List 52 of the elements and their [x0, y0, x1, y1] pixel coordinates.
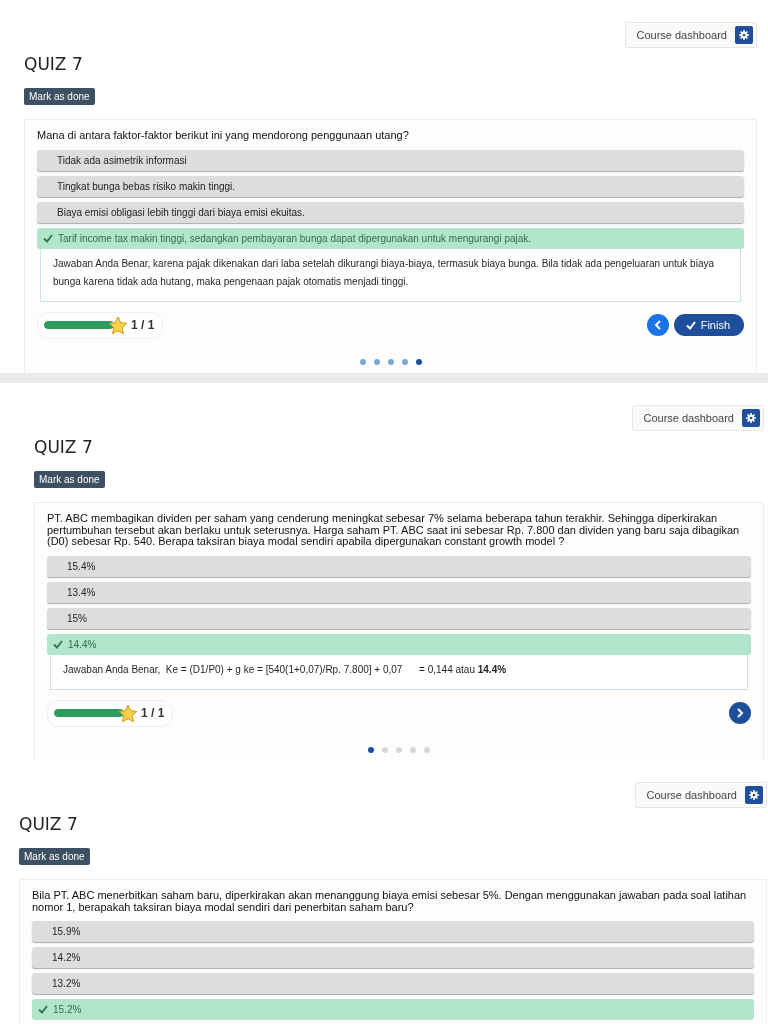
feedback-text: Jawaban Anda Benar, karena pajak dikenakan dari laba setelah dikurangi biaya-biaya, termasuk biaya bunga. Bila tidak ada pengeluaran untuk biaya bunga karena tidak ada hutang, maka pengenaan pajak otomatis menjadi tinggi. [40, 248, 741, 302]
answer-option[interactable]: 15.9% [32, 921, 754, 943]
answer-option[interactable]: Biaya emisi obligasi lebih tinggi dari biaya emisi ekuitas. [37, 201, 744, 223]
page-dot[interactable] [424, 746, 430, 753]
settings-icon[interactable] [735, 26, 753, 44]
settings-icon[interactable] [742, 409, 760, 427]
question-text: Bila PT. ABC menerbitkan saham baru, diperkirakan akan menanggung biaya emisi sebesar 5%. Dengan menggunakan jawaban pada soal latihan nomor 1, berapakah taksiran biaya modal sendiri dari penerbitan saham baru? [32, 890, 748, 914]
mark-as-done-button[interactable]: Mark as done [24, 88, 95, 105]
answer-option[interactable]: 15.2% [32, 999, 754, 1021]
answer-option[interactable]: 15% [47, 607, 751, 629]
page-title: QUIZ 7 [19, 814, 78, 834]
course-dashboard-button[interactable]: Course dashboard [635, 782, 767, 808]
answer-option[interactable]: Tarif income tax makin tinggi, sedangkan pembayaran bunga dapat dipergunakan untuk mengurangi pajak. [37, 227, 744, 249]
settings-icon[interactable] [745, 786, 763, 804]
page-dot[interactable] [373, 358, 380, 365]
check-icon [43, 233, 53, 243]
page-dot[interactable] [410, 746, 416, 753]
answer-option[interactable]: 14.4% [47, 633, 751, 655]
answer-option[interactable]: 13.4% [47, 581, 751, 603]
finish-button[interactable]: Finish [673, 314, 744, 337]
answer-option[interactable]: 15.4% [47, 555, 751, 577]
page-dot[interactable] [396, 746, 402, 753]
page-dot[interactable] [382, 746, 388, 753]
course-dashboard-button[interactable]: Course dashboard [625, 22, 757, 48]
check-icon [685, 320, 696, 330]
mark-as-done-button[interactable]: Mark as done [19, 848, 90, 865]
course-dashboard-button[interactable]: Course dashboard [632, 405, 764, 431]
check-icon [38, 1005, 48, 1015]
next-button[interactable] [729, 702, 751, 725]
mark-as-done-button[interactable]: Mark as done [34, 471, 105, 488]
score-text: 1 / 1 [131, 318, 155, 333]
question-text: PT. ABC membagikan dividen per saham yang cenderung meningkat sebesar 7% selama beberapa tahun terakhir. Sehingga diperkirakan pertumbuhan tersebut akan berlaku untuk seterusnya. Harga saham PT. ABC saat ini sebesar Rp. 7.800 dan dividen yang baru saja dibagikan (D0) sebesar Rp. 540. Berapa taksiran biaya modal sendiri apabila dipergunakan constant growth model ? [47, 513, 741, 548]
page-dot[interactable] [387, 358, 394, 365]
answer-option[interactable]: 13.2% [32, 973, 754, 995]
page-dot[interactable] [359, 358, 366, 365]
previous-button[interactable] [646, 314, 669, 337]
answer-option[interactable]: Tidak ada asimetrik informasi [37, 149, 744, 171]
star-icon [108, 315, 128, 335]
question-text: Mana di antara faktor-faktor berikut ini yang mendorong penggunaan utang? [37, 130, 410, 142]
page-dot[interactable] [401, 358, 408, 365]
answer-option[interactable]: Tingkat bunga bebas risiko makin tinggi. [37, 175, 744, 197]
page-dot[interactable] [415, 358, 422, 365]
feedback-text: Jawaban Anda Benar, Ke = (D1/P0) + g ke = [540(1+0,07)/Rp. 7.800] + 0,07 = 0,144 atau 14.4% [50, 654, 748, 690]
page-title: QUIZ 7 [24, 54, 83, 74]
score-text: 1 / 1 [141, 706, 165, 721]
answer-option[interactable]: 14.2% [32, 947, 754, 969]
chevron-left-icon [653, 320, 662, 331]
page-title: QUIZ 7 [34, 437, 93, 457]
chevron-right-icon [736, 708, 744, 719]
check-icon [53, 639, 63, 649]
page-dot[interactable] [368, 746, 374, 753]
star-icon [118, 703, 138, 723]
